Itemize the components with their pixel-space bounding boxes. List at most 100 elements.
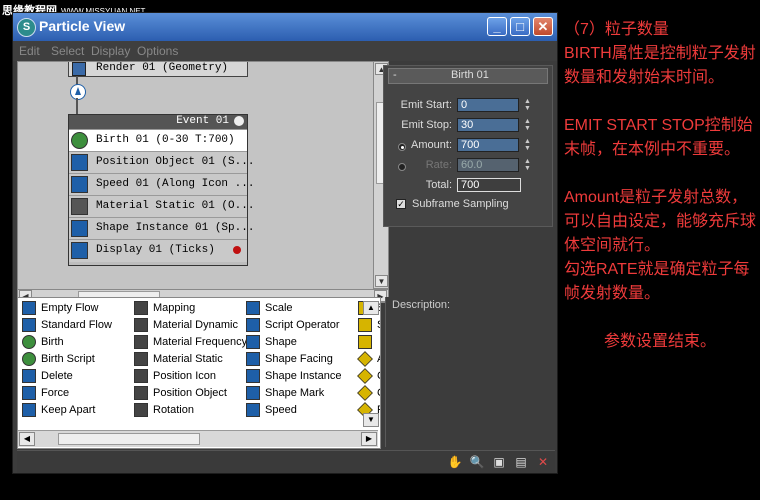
event-operator[interactable]: Speed 01 (Along Icon ... — [69, 173, 254, 196]
depot-scroll-up-icon[interactable]: ▲ — [363, 301, 379, 315]
depot-item-label: S — [377, 319, 380, 331]
particle-graph-area[interactable]: Render 01 (Geometry) Event 01 Birth 01 (… — [17, 61, 375, 291]
operator-icon — [134, 352, 148, 366]
depot-item-label: Shape — [265, 336, 297, 348]
operator-icon — [246, 352, 260, 366]
operator-icon — [246, 301, 260, 315]
material-static-icon — [71, 198, 88, 215]
operator-icon — [134, 301, 148, 315]
menu-display[interactable]: Display — [91, 44, 130, 58]
event-node[interactable]: Event 01 Birth 01 (0-30 T:700) Position O… — [68, 114, 254, 266]
close-button[interactable]: ✕ — [533, 17, 553, 36]
subframe-label: Subframe Sampling — [412, 198, 509, 210]
parameters-panel: - Birth 01 Emit Start: 0 ▲ ▼ Emit Stop: 3… — [383, 65, 553, 227]
wire — [76, 98, 78, 114]
rollout-title: Birth 01 — [451, 69, 489, 81]
depot-item-label: Scale — [265, 302, 293, 314]
scroll-left-icon[interactable]: ◀ — [19, 432, 35, 446]
annotation-step-title: （7）粒子数量 — [564, 21, 669, 38]
scroll-right-icon[interactable]: ▶ — [361, 432, 377, 446]
menu-edit[interactable]: Edit — [19, 44, 40, 58]
app-icon: S — [17, 18, 36, 37]
operator-label: Material Static 01 (O... — [96, 200, 255, 212]
operator-icon — [134, 335, 148, 349]
zoom-region-icon[interactable]: ▣ — [491, 454, 507, 470]
depot-item-label: Position Object — [153, 387, 227, 399]
bulb-icon[interactable] — [234, 116, 244, 126]
render-icon — [72, 62, 86, 76]
rate-spinner[interactable]: ▲ ▼ — [523, 158, 532, 172]
menu-options[interactable]: Options — [137, 44, 178, 58]
depot-item-label: Empty Flow — [41, 302, 99, 314]
title-bar[interactable]: S Particle View _ □ ✕ — [13, 13, 557, 42]
annotation-end: 参数设置结束。 — [604, 333, 717, 350]
depot-item-label: C — [377, 387, 380, 399]
zoom-icon[interactable]: 🔍 — [469, 454, 485, 470]
depot-scroll-down-icon[interactable]: ▼ — [363, 413, 379, 427]
scroll-thumb[interactable] — [58, 433, 200, 445]
operator-label: Position Object 01 (S... — [96, 156, 255, 168]
operator-label: Speed 01 (Along Icon ... — [96, 178, 255, 190]
operator-icon — [357, 351, 373, 367]
birth-rollout-header[interactable]: - Birth 01 — [388, 68, 548, 84]
scroll-down-icon[interactable]: ▼ — [375, 275, 388, 287]
no-zoom-icon[interactable]: ✕ — [535, 454, 551, 470]
annotation-amount: Amount是粒子发射总数，可以自由设定，能够充斥球体空间就行。 — [564, 189, 757, 254]
emit-stop-spinner[interactable]: ▲ ▼ — [523, 118, 532, 132]
rollout-toggle[interactable]: - — [393, 69, 397, 81]
rate-field[interactable]: 60.0 — [457, 158, 519, 172]
event-operator[interactable]: Position Object 01 (S... — [69, 151, 254, 174]
speed-icon — [71, 176, 88, 193]
depot-item-label: Shape Facing — [265, 353, 333, 365]
operator-label: Display 01 (Ticks) — [96, 244, 215, 256]
amount-label: Amount: — [411, 139, 452, 151]
event-operator[interactable]: Birth 01 (0-30 T:700) — [69, 129, 247, 152]
operator-icon — [134, 403, 148, 417]
operator-icon — [358, 318, 372, 332]
emit-stop-field[interactable]: 30 — [457, 118, 519, 132]
minimize-button[interactable]: _ — [487, 17, 507, 36]
operator-icon — [246, 318, 260, 332]
render-operator-label: Render 01 (Geometry) — [96, 62, 229, 74]
subframe-checkbox[interactable]: ✓ — [396, 199, 406, 209]
operator-depot: Empty Flow Standard Flow Birth Birth Script… — [17, 297, 381, 449]
event-header[interactable]: Event 01 — [69, 115, 247, 129]
depot-horizontal-scrollbar[interactable]: ◀ ▶ — [18, 430, 378, 447]
depot-item-label: Material Dynamic — [153, 319, 238, 331]
amount-field[interactable]: 700 — [457, 138, 519, 152]
render-operator[interactable]: Render 01 (Geometry) — [68, 62, 248, 77]
operator-icon — [22, 386, 36, 400]
maximize-button[interactable]: □ — [510, 17, 530, 36]
depot-item-label: Birth Script — [41, 353, 95, 365]
menu-select[interactable]: Select — [51, 44, 84, 58]
pan-icon[interactable]: ✋ — [447, 454, 463, 470]
operator-label: Birth 01 (0-30 T:700) — [96, 134, 235, 146]
depot-item-label: Standard Flow — [41, 319, 112, 331]
emit-start-field[interactable]: 0 — [457, 98, 519, 112]
description-panel: Description: — [385, 297, 556, 447]
zoom-extents-icon[interactable]: ▤ — [513, 454, 529, 470]
depot-item-label: Keep Apart — [41, 404, 96, 416]
event-operator[interactable]: Material Static 01 (O... — [69, 195, 254, 218]
depot-item-label: Shape Instance — [265, 370, 342, 382]
window-title: Particle View — [39, 18, 126, 34]
operator-icon — [358, 335, 372, 349]
position-object-icon — [71, 154, 88, 171]
flow-connector-icon[interactable] — [70, 84, 86, 100]
event-operator[interactable]: Display 01 (Ticks) — [69, 239, 247, 262]
emit-stop-label: Emit Stop: — [401, 119, 452, 131]
display-color-swatch[interactable] — [233, 246, 241, 254]
operator-icon — [134, 386, 148, 400]
amount-spinner[interactable]: ▲ ▼ — [523, 138, 532, 152]
depot-item-label: Material Static — [153, 353, 223, 365]
event-operator[interactable]: Shape Instance 01 (Sp... — [69, 217, 254, 240]
depot-item-label: Rotation — [153, 404, 194, 416]
operator-icon — [22, 369, 36, 383]
total-label: Total: — [425, 179, 452, 191]
depot-item-label: Delete — [41, 370, 73, 382]
birth-icon — [71, 132, 88, 149]
operator-icon — [357, 385, 373, 401]
emit-start-spinner[interactable]: ▲ ▼ — [523, 98, 532, 112]
depot-item-label: C — [377, 370, 380, 382]
event-title: Event 01 — [176, 115, 229, 127]
